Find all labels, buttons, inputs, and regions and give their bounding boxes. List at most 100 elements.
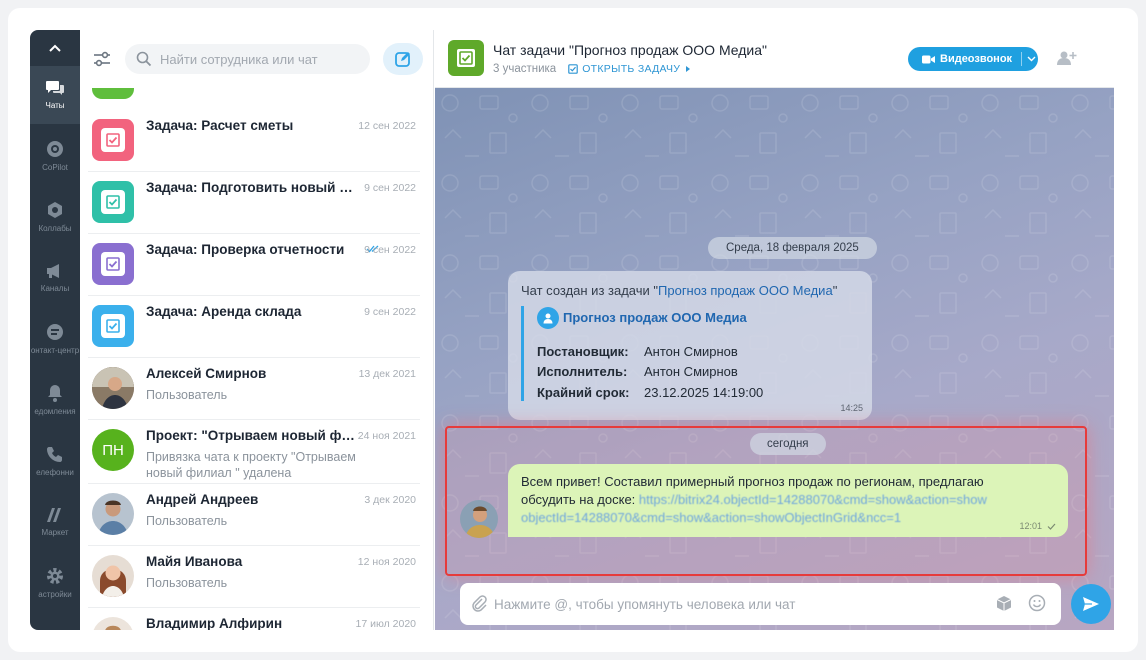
emoji-icon[interactable] [1028, 594, 1046, 612]
sent-checkmark-icon [1047, 523, 1056, 530]
chat-list-item[interactable]: Андрей Андреев 3 дек 2020 Пользователь [80, 484, 433, 546]
chat-title: Задача: Проверка отчетности [146, 242, 345, 257]
left-nav: Чаты CoPilot Коллабы Каналы онтакт-центр… [30, 30, 80, 630]
participants-count[interactable]: 3 участника [493, 63, 556, 75]
person-icon [543, 313, 553, 324]
messenger-app: Чаты CoPilot Коллабы Каналы онтакт-центр… [30, 30, 1114, 630]
chat-date: 9 сен 2022 [364, 182, 416, 194]
chat-title: Задача: Подготовить новый дог... [146, 180, 358, 195]
nav-label: CoPilot [42, 163, 68, 172]
chat-subheader: 3 участника ОТКРЫТЬ ЗАДАЧУ [493, 63, 696, 75]
camera-icon [922, 55, 935, 63]
add-user-button[interactable] [1057, 50, 1077, 71]
nav-item-market[interactable]: Маркет [30, 493, 80, 551]
date-divider: Среда, 18 февраля 2025 [708, 237, 877, 259]
nav-item-settings[interactable]: астройки [30, 554, 80, 612]
nav-label: елефонни [36, 468, 74, 477]
avatar[interactable] [460, 500, 498, 538]
chat-date: 17 июл 2020 [355, 618, 416, 630]
message-area[interactable]: Среда, 18 февраля 2025 Чат создан из зад… [435, 88, 1114, 630]
task-checkbox-icon [106, 133, 120, 147]
chat-list-item[interactable]: Задача: Проверка отчетности 9 сен 2022 [80, 234, 433, 296]
message-bubble[interactable]: Всем привет! Составил примерный прогноз … [508, 464, 1068, 537]
nav-item-collabs[interactable]: Коллабы [30, 188, 80, 246]
system-message: Чат создан из задачи "Прогноз продаж ООО… [508, 271, 872, 420]
nav-item-notifications[interactable]: едомления [30, 371, 80, 429]
avatar [92, 305, 134, 347]
task-link[interactable]: Прогноз продаж ООО Медиа [658, 283, 833, 298]
chat-title: Задача: Аренда склада [146, 304, 302, 319]
chat-list-header [80, 30, 433, 88]
nav-item-copilot[interactable]: CoPilot [30, 127, 80, 185]
message-input[interactable] [494, 583, 974, 625]
message-time: 14:25 [840, 403, 863, 413]
nav-label: Маркет [41, 528, 69, 537]
contact-center-icon [47, 324, 63, 340]
task-card-title[interactable]: Прогноз продаж ООО Медиа [563, 310, 747, 325]
avatar-initials: ПН [102, 441, 124, 459]
chat-title: Майя Иванова [146, 554, 243, 569]
add-user-icon [1057, 51, 1077, 65]
nav-item-chats[interactable]: Чаты [30, 66, 80, 124]
chat-date: 24 ноя 2021 [357, 430, 416, 442]
chat-avatar [448, 40, 484, 76]
nav-label: Коллабы [38, 224, 72, 233]
chat-date: 9 сен 2022 [364, 306, 416, 318]
message-time: 12:01 [1019, 521, 1056, 531]
chat-panel: Чат задачи "Прогноз продаж ООО Медиа" 3 … [435, 30, 1114, 630]
video-call-button[interactable]: Видеозвонок [908, 47, 1038, 71]
chevron-down-icon[interactable] [1027, 56, 1036, 62]
message-text: Всем привет! Составил примерный прогноз … [521, 474, 987, 525]
chat-title: Проект: "Отрываем новый фи... [146, 428, 358, 443]
chat-subtitle: Пользователь [146, 576, 228, 590]
open-task-label: ОТКРЫТЬ ЗАДАЧУ [582, 63, 681, 75]
chevron-up-icon [49, 44, 61, 52]
search-input[interactable] [160, 44, 360, 74]
channels-icon [47, 264, 59, 278]
search-box [125, 44, 370, 74]
message-composer [460, 583, 1061, 625]
compose-icon [395, 52, 410, 67]
task-checkbox-icon [106, 257, 120, 271]
caret-right-icon [686, 66, 691, 72]
nav-item-contact-center[interactable]: онтакт-центр [30, 310, 80, 368]
task-checkbox-icon [106, 195, 120, 209]
chat-list-item[interactable]: Задача: Расчет сметы 12 сен 2022 [80, 110, 433, 172]
chat-subtitle: Пользователь [146, 388, 228, 402]
new-chat-button[interactable] [383, 43, 423, 75]
collapse-button[interactable] [30, 30, 80, 66]
open-task-link[interactable]: ОТКРЫТЬ ЗАДАЧУ [568, 63, 696, 75]
user-photo-icon [92, 493, 134, 535]
nav-item-channels[interactable]: Каналы [30, 249, 80, 307]
chat-date: 13 дек 2021 [358, 368, 416, 380]
chat-list-item[interactable]: Алексей Смирнов 13 дек 2021 Пользователь [80, 358, 433, 420]
chat-title: Алексей Смирнов [146, 366, 267, 381]
cube-icon[interactable] [996, 595, 1012, 612]
avatar [92, 119, 134, 161]
chat-list-item[interactable]: Владимир Алфирин 17 июл 2020 [80, 608, 433, 630]
chat-list: Задача: Расчет сметы 12 сен 2022 Задача:… [80, 88, 433, 630]
sliders-icon [94, 51, 110, 67]
nav-label: едомления [34, 407, 76, 416]
system-message-text: Чат создан из задачи "Прогноз продаж ООО… [521, 283, 838, 298]
nav-label: Каналы [40, 284, 70, 293]
avatar: ПН [92, 429, 134, 471]
gear-icon [47, 568, 63, 584]
chat-title: Владимир Алфирин [146, 616, 283, 630]
video-call-label: Видеозвонок [940, 53, 1013, 65]
task-field-creator: Постановщик: Антон Смирнов [537, 344, 738, 359]
chat-list-item[interactable]: ПН Проект: "Отрываем новый фи... 24 ноя … [80, 420, 433, 484]
send-arrow-icon [1083, 597, 1099, 611]
nav-item-telephony[interactable]: елефонни [30, 432, 80, 490]
chat-list-item[interactable]: Майя Иванова 12 ноя 2020 Пользователь [80, 546, 433, 608]
nav-label: Чаты [45, 101, 65, 110]
avatar [92, 493, 134, 535]
chat-date: 12 сен 2022 [358, 120, 416, 132]
chat-list-item[interactable]: Задача: Подготовить новый дог... 9 сен 2… [80, 172, 433, 234]
user-photo-icon [460, 500, 498, 538]
filter-button[interactable] [92, 50, 116, 72]
send-button[interactable] [1071, 584, 1111, 624]
chat-list-item[interactable]: Задача: Аренда склада 9 сен 2022 [80, 296, 433, 358]
chat-date: 9 сен 2022 [364, 244, 416, 256]
paperclip-icon[interactable] [471, 594, 487, 612]
